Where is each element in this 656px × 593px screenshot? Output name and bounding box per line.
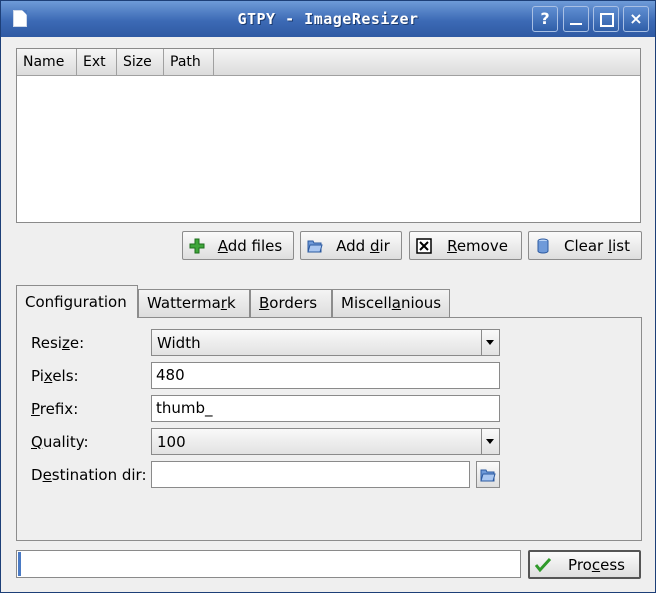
close-button[interactable]: × xyxy=(623,6,649,32)
title-bar: GTPY - ImageResizer ? × xyxy=(1,1,655,37)
folder-open-icon xyxy=(480,469,496,482)
tab-configuration[interactable]: Configuration xyxy=(16,285,138,318)
process-button[interactable]: Process xyxy=(528,550,641,579)
checkmark-icon xyxy=(535,557,551,573)
tab-borders[interactable]: Borders xyxy=(250,289,332,317)
tab-wattermark[interactable]: Wattermark xyxy=(138,289,250,317)
tab-miscellanious[interactable]: Miscellanious xyxy=(332,289,450,317)
resize-label: Resize: xyxy=(31,334,85,352)
column-ext[interactable]: Ext xyxy=(77,49,117,75)
column-name[interactable]: Name xyxy=(17,49,77,75)
file-list[interactable]: Name Ext Size Path xyxy=(16,48,641,223)
destination-label: Destination dir: xyxy=(31,466,147,484)
prefix-label: Prefix: xyxy=(31,400,79,418)
configuration-panel: Resize: Width Pixels: 480 Prefix: thumb_… xyxy=(16,317,642,541)
maximize-button[interactable] xyxy=(593,6,619,32)
resize-select[interactable]: Width xyxy=(151,329,500,356)
remove-icon xyxy=(416,238,432,254)
chevron-down-icon xyxy=(481,330,499,355)
column-size[interactable]: Size xyxy=(117,49,164,75)
clear-list-button[interactable]: Clear list xyxy=(528,231,642,260)
minimize-button[interactable] xyxy=(563,6,589,32)
status-field xyxy=(16,550,521,578)
column-path[interactable]: Path xyxy=(164,49,214,75)
quality-label: Quality: xyxy=(31,433,89,451)
app-window: GTPY - ImageResizer ? × Name Ext Size Pa… xyxy=(0,0,656,593)
pixels-label: Pixels: xyxy=(31,367,79,385)
pixels-input[interactable]: 480 xyxy=(151,362,500,389)
clear-list-icon xyxy=(537,238,549,254)
add-files-button[interactable]: Add files xyxy=(182,231,294,260)
browse-folder-button[interactable] xyxy=(476,461,500,488)
quality-select[interactable]: 100 xyxy=(151,428,500,455)
chevron-down-icon xyxy=(481,429,499,454)
help-button[interactable]: ? xyxy=(532,6,558,32)
add-dir-button[interactable]: Add dir xyxy=(300,231,402,260)
prefix-input[interactable]: thumb_ xyxy=(151,395,500,422)
plus-icon xyxy=(189,238,205,254)
folder-open-icon xyxy=(307,240,323,253)
remove-button[interactable]: Remove xyxy=(409,231,522,260)
file-list-header: Name Ext Size Path xyxy=(17,49,640,76)
destination-input[interactable] xyxy=(151,461,470,488)
